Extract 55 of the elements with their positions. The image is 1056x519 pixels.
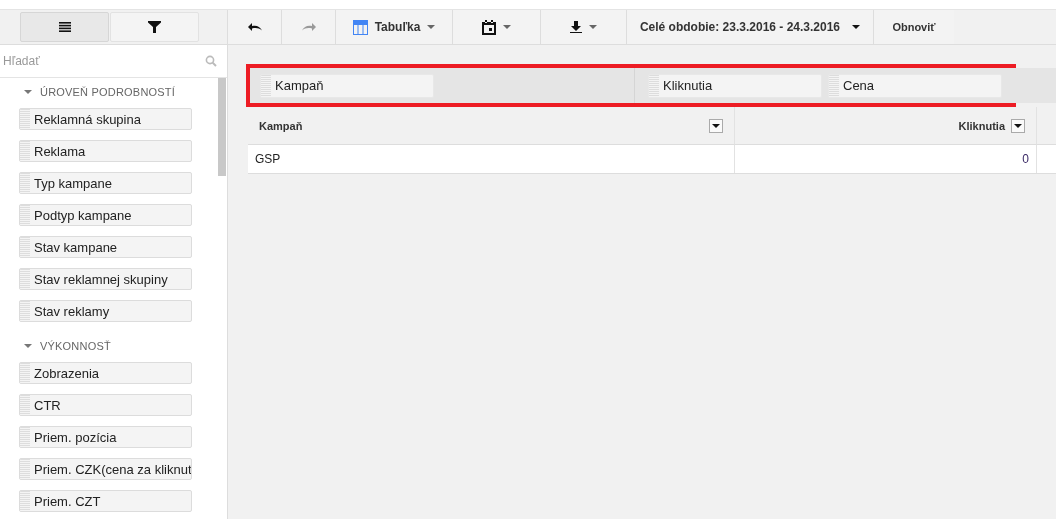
caret-icon [589, 25, 597, 29]
grip-icon [20, 427, 30, 447]
download-icon [570, 21, 582, 33]
filter-icon [148, 21, 161, 33]
field-chip[interactable]: Priem. CZT [19, 490, 192, 512]
calendar-icon [482, 19, 496, 35]
grip-icon [20, 395, 30, 415]
grip-icon [20, 109, 30, 129]
column-header[interactable]: Kliknutia [735, 107, 1037, 145]
field-chip[interactable]: Stav reklamy [19, 300, 192, 322]
field-chip[interactable]: CTR [19, 394, 192, 416]
caret-down-icon [24, 344, 32, 348]
grip-icon [20, 301, 30, 321]
grip-icon [20, 141, 30, 161]
list-tab[interactable] [20, 12, 109, 42]
field-chip[interactable]: Priem. CZK(cena za kliknut [19, 458, 192, 480]
search-field[interactable]: Hľadať [3, 54, 205, 68]
caret-icon [503, 25, 511, 29]
section-header[interactable]: ÚROVEŇ PODROBNOSTÍ [0, 78, 227, 106]
field-chip[interactable]: Reklama [19, 140, 192, 162]
sort-dropdown[interactable] [709, 118, 723, 133]
field-chip[interactable]: Podtyp kampane [19, 204, 192, 226]
caret-down-icon [24, 90, 32, 94]
field-chip[interactable]: Cena [828, 73, 1002, 98]
grip-icon [20, 459, 30, 479]
caret-icon [852, 25, 861, 29]
field-chip[interactable]: Priem. pozícia [19, 426, 192, 448]
sort-dropdown[interactable] [1011, 118, 1025, 133]
redo-icon [301, 23, 316, 31]
list-icon [58, 22, 71, 32]
field-chip[interactable]: Kampaň [260, 73, 434, 98]
field-chip[interactable]: Kliknutia [648, 73, 822, 98]
undo-icon [247, 23, 262, 31]
table-icon [352, 19, 368, 35]
field-chip[interactable]: Zobrazenia [19, 362, 192, 384]
caret-icon [427, 25, 436, 29]
grip-icon [20, 173, 30, 193]
caret-icon [712, 123, 720, 128]
field-chip[interactable]: Typ kampane [19, 172, 192, 194]
section-header[interactable]: VÝKONNOSŤ [0, 332, 227, 360]
filter-tab[interactable] [110, 12, 199, 42]
table-cell: 0 [735, 145, 1037, 173]
table-cell: GSP [248, 145, 735, 173]
grip-icon [20, 363, 30, 383]
column-header[interactable]: Kampaň [248, 107, 735, 145]
scroll-bar[interactable] [218, 78, 226, 176]
field-chip[interactable]: Stav kampane [19, 236, 192, 258]
grip-icon [20, 269, 30, 289]
grip-icon [20, 237, 30, 257]
grip-icon [20, 205, 30, 225]
grip-icon [20, 491, 30, 511]
field-chip[interactable]: Reklamná skupina [19, 108, 192, 130]
field-chip[interactable]: Stav reklamnej skupiny [19, 268, 192, 290]
caret-icon [1014, 123, 1022, 128]
search-icon [205, 55, 217, 67]
